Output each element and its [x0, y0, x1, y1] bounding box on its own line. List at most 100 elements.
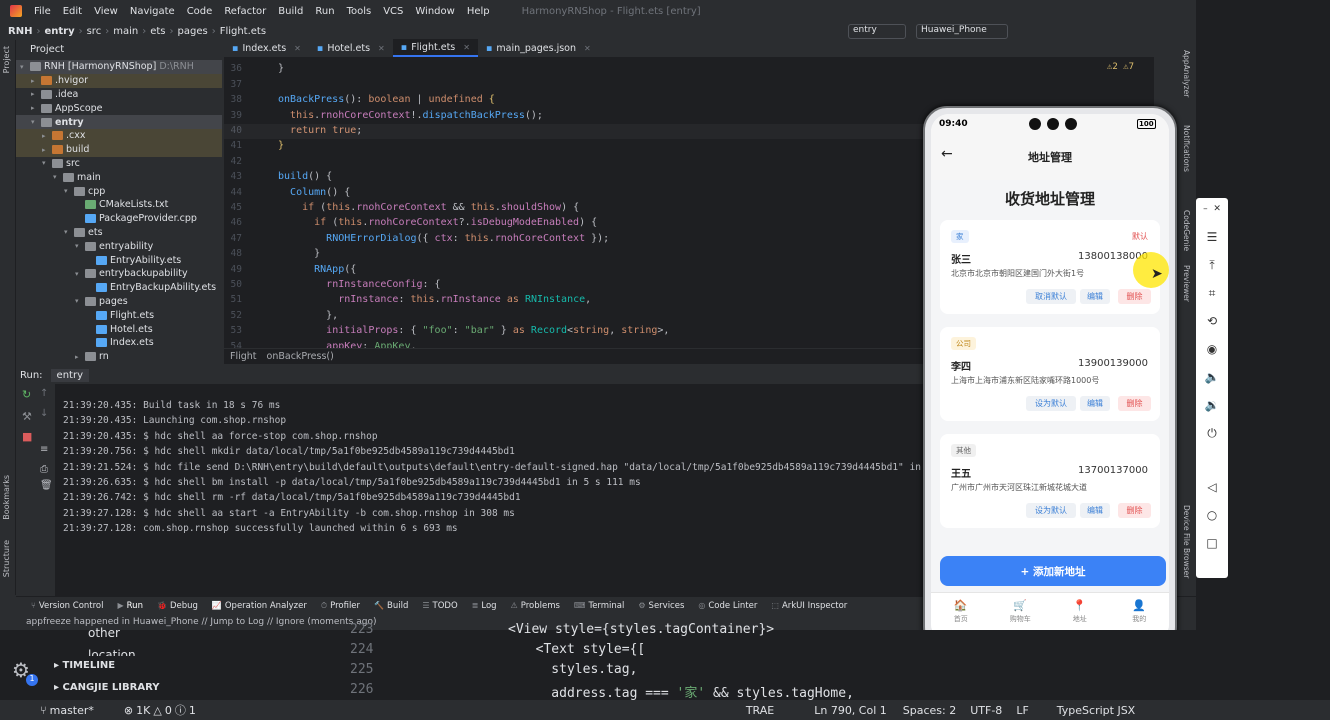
- tree-arrow-icon[interactable]: ▾: [75, 242, 85, 250]
- tree-arrow-icon[interactable]: ▾: [31, 118, 41, 126]
- menu-view[interactable]: View: [88, 6, 124, 17]
- code-line[interactable]: appKey: AppKey,: [278, 341, 416, 348]
- edit-button[interactable]: 编辑: [1080, 503, 1110, 518]
- tree-item[interactable]: EntryAbility.ets: [16, 253, 222, 267]
- left-tool-structure[interactable]: Structure: [2, 540, 11, 577]
- code-line[interactable]: this.rnohCoreContext!.dispatchBackPress(…: [278, 110, 543, 121]
- close-icon[interactable]: ✕: [378, 44, 385, 53]
- tree-item[interactable]: ▾ src: [16, 157, 222, 171]
- menu-help[interactable]: Help: [461, 6, 496, 17]
- delete-button[interactable]: 删除: [1118, 289, 1151, 304]
- tree-item[interactable]: ▸ AppScope: [16, 101, 222, 115]
- menu-navigate[interactable]: Navigate: [124, 6, 181, 17]
- tree-item[interactable]: CMakeLists.txt: [16, 198, 222, 212]
- tree-item[interactable]: ▾ RNH [HarmonyRNShop] D:\RNH: [16, 60, 222, 74]
- tool-build[interactable]: 🔨 Build: [367, 601, 415, 611]
- project-title[interactable]: Project: [30, 44, 64, 55]
- address-card[interactable]: 公司 李四 13900139000 上海市上海市浦东新区陆家嘴环路1000号 设为默认编…: [940, 327, 1160, 421]
- record-icon[interactable]: ◉: [1196, 342, 1228, 356]
- section-timeline[interactable]: ▸ TIMELINE: [54, 660, 115, 671]
- code-line[interactable]: rnInstance: this.rnInstance as RNInstanc…: [278, 294, 591, 305]
- tree-item[interactable]: ▸ .idea: [16, 88, 222, 102]
- tool-debug[interactable]: 🐞 Debug: [150, 601, 205, 611]
- menu-code[interactable]: Code: [181, 6, 219, 17]
- tree-item[interactable]: ▾ entryability: [16, 239, 222, 253]
- nav-crumb[interactable]: src: [87, 26, 102, 37]
- tree-item[interactable]: Flight.ets: [16, 308, 222, 322]
- cursor-position[interactable]: Ln 790, Col 1: [814, 704, 887, 717]
- print-icon[interactable]: ⎙: [40, 464, 48, 475]
- close-icon[interactable]: ✕: [463, 43, 470, 52]
- code-crumb[interactable]: Flight: [230, 351, 257, 362]
- tree-arrow-icon[interactable]: ▸: [42, 146, 52, 154]
- tree-item[interactable]: ▸ rn: [16, 350, 222, 364]
- toggle-default-button[interactable]: 取消默认: [1026, 289, 1076, 304]
- tree-arrow-icon[interactable]: ▾: [64, 187, 74, 195]
- code-line[interactable]: RNOHErrorDialog({ ctx: this.rnohCoreCont…: [278, 233, 609, 244]
- tree-arrow-icon[interactable]: ▸: [75, 353, 85, 361]
- device-select[interactable]: Huawei_Phone: [916, 24, 1008, 39]
- soft-wrap-icon[interactable]: ≡: [40, 444, 48, 455]
- editor-tab[interactable]: ▪ main_pages.json ✕: [478, 39, 599, 57]
- tree-arrow-icon[interactable]: ▾: [42, 159, 52, 167]
- tree-item[interactable]: EntryBackupAbility.ets: [16, 281, 222, 295]
- tree-item[interactable]: Hotel.ets: [16, 322, 222, 336]
- menu-edit[interactable]: Edit: [57, 6, 88, 17]
- back-triangle-icon[interactable]: ◁: [1196, 480, 1228, 494]
- tree-arrow-icon[interactable]: ▾: [75, 270, 85, 278]
- eol-setting[interactable]: LF: [1016, 704, 1028, 717]
- right-tool-device-file-browser[interactable]: Device File Browser: [1182, 505, 1191, 578]
- nav-crumb[interactable]: RNH: [8, 26, 32, 37]
- tree-item-location[interactable]: location: [88, 648, 136, 656]
- code-line[interactable]: }: [278, 248, 320, 259]
- add-address-button[interactable]: + 添加新地址: [940, 556, 1166, 586]
- run-config-tab[interactable]: entry: [50, 368, 89, 382]
- edit-button[interactable]: 编辑: [1080, 396, 1110, 411]
- tree-arrow-icon[interactable]: ▾: [75, 297, 85, 305]
- wrench-icon[interactable]: ⚒: [22, 410, 32, 423]
- editor-tab[interactable]: ▪ Hotel.ets ✕: [309, 39, 393, 57]
- upload-icon[interactable]: ⤒: [1196, 258, 1228, 273]
- crop-icon[interactable]: ⌗: [1196, 286, 1228, 301]
- tool-log[interactable]: ≣ Log: [465, 601, 504, 611]
- menu-file[interactable]: File: [28, 6, 57, 17]
- tree-item[interactable]: ▾ main: [16, 170, 222, 184]
- tool-profiler[interactable]: ⏱ Profiler: [314, 601, 367, 611]
- menu-refactor[interactable]: Refactor: [218, 6, 272, 17]
- left-tool-bookmarks[interactable]: Bookmarks: [2, 475, 11, 520]
- close-icon[interactable]: ✕: [294, 44, 301, 53]
- tree-item[interactable]: Index.ets: [16, 336, 222, 350]
- right-tool-notifications[interactable]: Notifications: [1182, 125, 1191, 172]
- nav-crumb[interactable]: entry: [44, 26, 74, 37]
- menu-window[interactable]: Window: [409, 6, 460, 17]
- menu-icon[interactable]: ☰: [1196, 230, 1228, 244]
- tool-terminal[interactable]: ⌨ Terminal: [567, 601, 631, 611]
- editor-tab[interactable]: ▪ Flight.ets ✕: [392, 39, 478, 57]
- code-line[interactable]: stopTracing();: [278, 58, 386, 59]
- tool-operation-analyzer[interactable]: 📈 Operation Analyzer: [205, 601, 314, 611]
- toggle-default-button[interactable]: 设为默认: [1026, 503, 1076, 518]
- tree-item[interactable]: ▾ cpp: [16, 184, 222, 198]
- tree-item[interactable]: ▾ entry: [16, 115, 222, 129]
- code-line[interactable]: RNApp({: [278, 264, 356, 275]
- encoding-setting[interactable]: UTF-8: [970, 704, 1002, 717]
- home-circle-icon[interactable]: ○: [1196, 508, 1228, 522]
- tool-run[interactable]: ▶ Run: [111, 601, 150, 611]
- right-tool-codegenie[interactable]: CodeGenie: [1182, 210, 1191, 251]
- close-icon[interactable]: ✕: [584, 44, 591, 53]
- nav-crumb[interactable]: pages: [178, 26, 208, 37]
- volume-down-icon[interactable]: 🔉: [1196, 398, 1228, 412]
- trash-icon[interactable]: 🗑: [40, 480, 53, 491]
- tree-item[interactable]: ▾ pages: [16, 295, 222, 309]
- address-card[interactable]: 其他 王五 13700137000 广州市广州市天河区珠江新城花城大道 设为默认 编辑 删除: [940, 434, 1160, 528]
- tree-item[interactable]: ▾ ets: [16, 226, 222, 240]
- inspection-warnings[interactable]: ⚠2 ⚠7: [1107, 62, 1134, 72]
- tool-services[interactable]: ⚙ Services: [631, 601, 691, 611]
- tool-todo[interactable]: ☰ TODO: [415, 601, 464, 611]
- tree-arrow-icon[interactable]: ▾: [64, 228, 74, 236]
- tree-item[interactable]: ▸ build: [16, 142, 222, 157]
- branch-indicator[interactable]: ⑂ master*: [40, 704, 94, 717]
- tree-item[interactable]: ▸ .cxx: [16, 129, 222, 143]
- code-line[interactable]: Column() {: [278, 187, 350, 198]
- tree-arrow-icon[interactable]: ▸: [31, 90, 41, 98]
